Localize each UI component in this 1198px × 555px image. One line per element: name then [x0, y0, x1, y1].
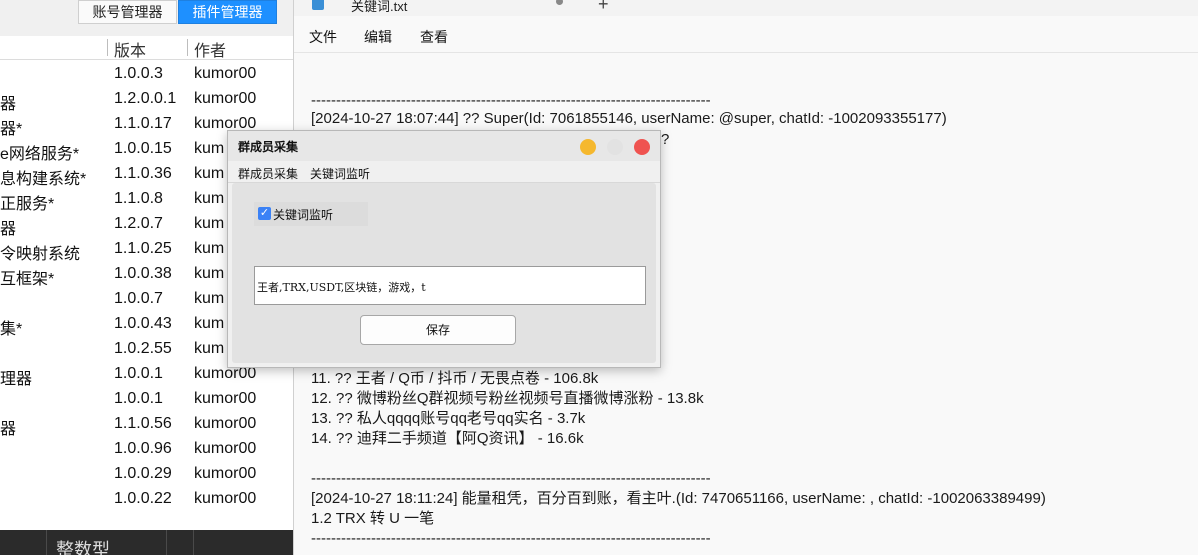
plugin-version: 1.0.0.38 — [114, 265, 172, 282]
plugin-author: kumor00 — [194, 490, 257, 507]
column-divider[interactable] — [187, 39, 188, 56]
plugin-version: 1.1.0.17 — [114, 115, 172, 132]
plugin-version: 1.0.0.7 — [114, 290, 163, 307]
plugin-name: 正服务* — [0, 196, 55, 213]
close-icon[interactable] — [634, 139, 650, 155]
tab-account-manager[interactable]: 账号管理器 — [78, 0, 177, 24]
plugin-version: 1.0.2.55 — [114, 340, 172, 357]
menu-keyword-monitor[interactable]: 关键词监听 — [310, 165, 370, 182]
table-row[interactable]: 1.0.0.22 kumor00 — [0, 488, 293, 513]
table-row[interactable]: 1.0.0.3 kumor00 — [0, 63, 293, 88]
plugin-name: 器 — [0, 96, 17, 113]
unsaved-dot-icon[interactable] — [556, 0, 563, 5]
table-row[interactable]: 器 1.1.0.56 kumor00 — [0, 413, 293, 438]
dialog-menubar: 群成员采集 关键词监听 — [228, 162, 660, 183]
plugin-version: 1.0.0.96 — [114, 440, 172, 457]
dialog-title: 群成员采集 — [238, 140, 299, 154]
plugin-author: kum — [194, 190, 225, 207]
keyword-monitor-checkbox-row[interactable]: ✓ 关键词监听 — [254, 202, 368, 226]
table-row[interactable]: 1.0.0.29 kumor00 — [0, 463, 293, 488]
plugin-version: 1.1.0.56 — [114, 415, 172, 432]
plugin-version: 1.0.0.15 — [114, 140, 172, 157]
checkbox-checked-icon[interactable]: ✓ — [258, 207, 271, 220]
plugin-name: 互框架* — [0, 271, 55, 288]
column-divider[interactable] — [107, 39, 108, 56]
text-line: ----------------------------------------… — [311, 530, 711, 547]
plugin-name: 理器 — [0, 371, 33, 388]
plugin-version: 1.2.0.0.1 — [114, 90, 177, 107]
manager-tabbar: 账号管理器 插件管理器 — [0, 0, 293, 37]
menu-edit[interactable]: 编辑 — [364, 27, 392, 47]
notepad-tab-title[interactable]: 关键词.txt — [351, 0, 407, 15]
plugin-name: 息构建系统* — [0, 171, 87, 188]
notepad-file-icon — [312, 0, 324, 10]
plugin-version: 1.1.0.25 — [114, 240, 172, 257]
plugin-author: kum — [194, 165, 225, 182]
table-row[interactable]: 器 1.2.0.0.1 kumor00 — [0, 88, 293, 113]
keywords-input[interactable]: 王者,TRX,USDT,区块链，游戏，t — [254, 266, 646, 305]
plugin-version: 1.0.0.22 — [114, 490, 172, 507]
divider — [46, 530, 47, 555]
bottom-panel: 整数型 — [0, 530, 293, 555]
plugin-version: 1.1.0.8 — [114, 190, 163, 207]
plugin-version: 1.1.0.36 — [114, 165, 172, 182]
text-line: ? — [661, 131, 670, 148]
table-row[interactable]: 1.0.0.96 kumor00 — [0, 438, 293, 463]
plugin-version: 1.0.0.3 — [114, 65, 163, 82]
plugin-author: kumor00 — [194, 390, 257, 407]
plugin-author: kumor00 — [194, 65, 257, 82]
plugin-author: kumor00 — [194, 465, 257, 482]
plugin-author: kum — [194, 290, 225, 307]
tab-plugin-manager[interactable]: 插件管理器 — [178, 0, 277, 24]
plugin-version: 1.0.0.43 — [114, 315, 172, 332]
plugin-author: kum — [194, 140, 225, 157]
plugin-author: kumor00 — [194, 440, 257, 457]
plugin-author: kumor00 — [194, 90, 257, 107]
type-label: 整数型 — [56, 540, 110, 555]
minimize-icon[interactable] — [580, 139, 596, 155]
divider — [193, 530, 194, 555]
plugin-name: 令映射系统 — [0, 246, 81, 263]
plugin-author: kum — [194, 315, 225, 332]
plugin-table-header: 版本 作者 — [0, 36, 293, 60]
plugin-name: 器* — [0, 121, 23, 138]
new-tab-plus-icon[interactable]: + — [598, 0, 609, 15]
plugin-name: e网络服务* — [0, 146, 80, 163]
plugin-version: 1.0.0.1 — [114, 365, 163, 382]
plugin-author: kum — [194, 265, 225, 282]
checkbox-label: 关键词监听 — [273, 208, 334, 222]
menu-view[interactable]: 查看 — [420, 27, 448, 47]
plugin-name: 集* — [0, 321, 23, 338]
menu-member-collect[interactable]: 群成员采集 — [238, 165, 298, 182]
save-button[interactable]: 保存 — [360, 315, 516, 345]
plugin-name: 器 — [0, 221, 17, 238]
plugin-author: kum — [194, 215, 225, 232]
plugin-version: 1.2.0.7 — [114, 215, 163, 232]
column-header-author[interactable]: 作者 — [194, 37, 226, 61]
column-header-version[interactable]: 版本 — [114, 37, 146, 61]
plugin-author: kumor00 — [194, 415, 257, 432]
dialog-titlebar[interactable]: 群成员采集 — [228, 131, 660, 161]
plugin-author: kum — [194, 340, 225, 357]
plugin-author: kum — [194, 240, 225, 257]
plugin-name: 器 — [0, 421, 17, 438]
table-row[interactable]: 1.0.0.1 kumor00 — [0, 388, 293, 413]
notepad-titlebar: 关键词.txt + — [294, 0, 1198, 16]
text-line: [2024-10-27 18:07:44] ?? Super(Id: 70618… — [311, 110, 947, 127]
plugin-version: 1.0.0.1 — [114, 390, 163, 407]
maximize-icon[interactable] — [607, 139, 623, 155]
menu-file[interactable]: 文件 — [309, 27, 337, 47]
plugin-version: 1.0.0.29 — [114, 465, 172, 482]
divider — [166, 530, 167, 555]
member-collect-dialog: 群成员采集 群成员采集 关键词监听 ✓ 关键词监听 王者,TRX,USDT,区块… — [227, 130, 661, 368]
notepad-menubar: 文件 编辑 查看 — [294, 20, 1198, 53]
text-line: 14. ?? 迪拜二手频道【阿Q资讯】 - 16.6k — [311, 430, 584, 447]
